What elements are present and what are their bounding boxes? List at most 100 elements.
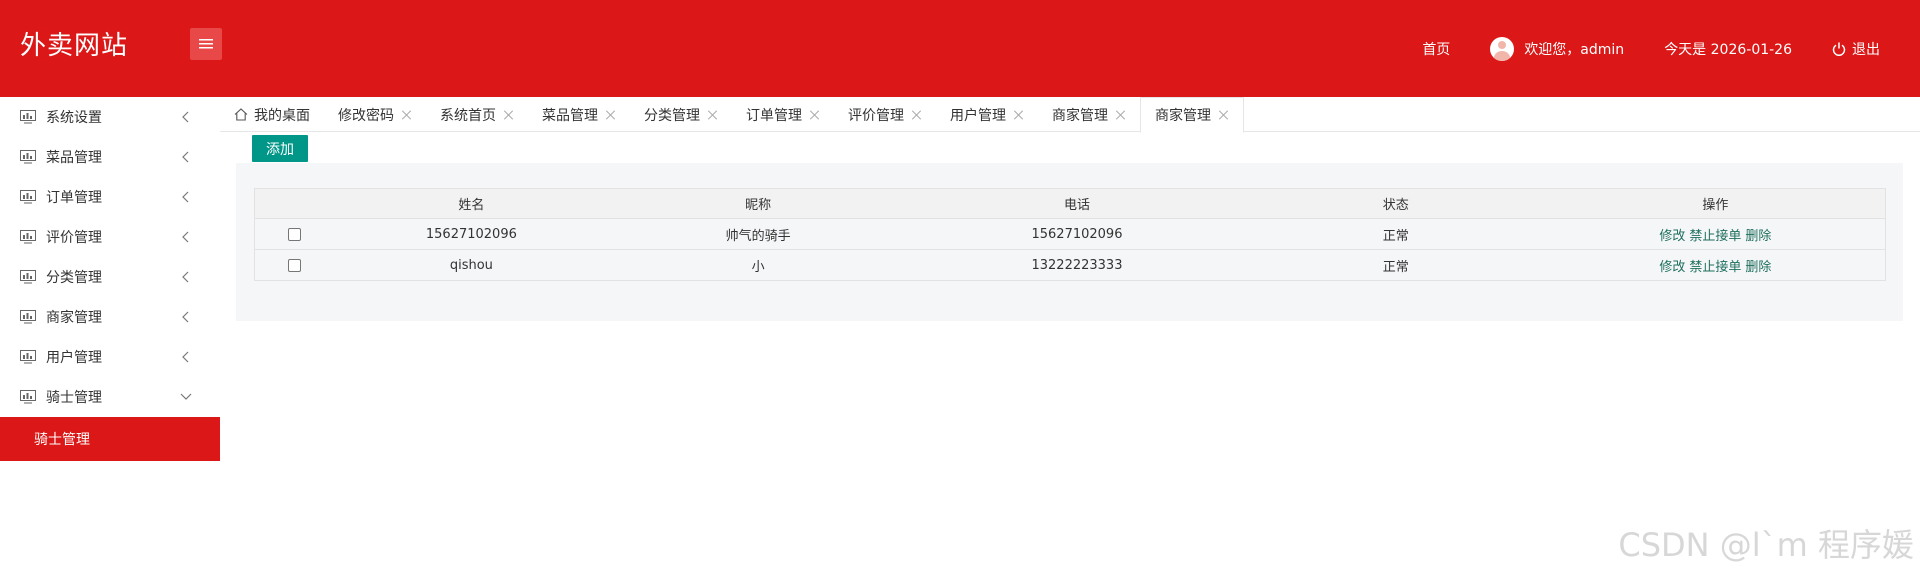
sidebar-item-label: 商家管理 [46, 310, 102, 326]
tab-label: 系统首页 [440, 107, 496, 124]
watermark: CSDN @l`m 程序媛 [1618, 526, 1914, 564]
tab-merchants-active[interactable]: 商家管理 [1140, 97, 1244, 133]
edit-link[interactable]: 修改 [1659, 229, 1685, 244]
sidebar-item-label: 骑士管理 [46, 390, 102, 406]
sidebar-item-dishes[interactable]: 菜品管理 [0, 137, 220, 177]
sidebar-item-system[interactable]: 系统设置 [0, 97, 220, 137]
sidebar-item-users[interactable]: 用户管理 [0, 337, 220, 377]
sidebar-item-label: 菜品管理 [46, 150, 102, 166]
tab-change-password[interactable]: 修改密码 [324, 97, 426, 132]
row-checkbox[interactable] [288, 258, 302, 272]
table-row: 15627102096 帅气的骑手 15627102096 正常 修改 禁止接单删… [254, 218, 1886, 250]
table-row: qishou 小 13222223333 正常 修改 禁止接单 删除 [254, 249, 1886, 281]
column-header: 状态 [1245, 188, 1546, 219]
sidebar-item-label: 系统设置 [46, 110, 102, 126]
tab-label: 我的桌面 [254, 107, 310, 124]
menu-toggle-button[interactable] [190, 28, 222, 60]
ban-orders-link[interactable]: 禁止接单 [1689, 260, 1741, 275]
tab-label: 商家管理 [1052, 107, 1108, 124]
tab-system-home[interactable]: 系统首页 [426, 97, 528, 132]
tab-label: 订单管理 [746, 107, 802, 124]
add-button[interactable]: 添加 [252, 135, 308, 162]
tab-reviews[interactable]: 评价管理 [834, 97, 936, 132]
column-header: 操作 [1545, 188, 1886, 219]
table-header-row: 姓名 昵称 电话 状态 操作 [254, 188, 1886, 219]
tab-merchants[interactable]: 商家管理 [1038, 97, 1140, 132]
delete-link[interactable]: 删除 [1745, 260, 1771, 275]
home-link[interactable]: 首页 [1422, 0, 1450, 97]
cell-nickname: 小 [608, 249, 909, 281]
cell-status: 正常 [1245, 218, 1546, 250]
chevron-left-icon [182, 191, 189, 203]
tab-label: 商家管理 [1155, 108, 1211, 124]
rider-table: 姓名 昵称 电话 状态 操作 15627102096 帅气的骑手 1562710… [254, 188, 1886, 281]
tab-bar: 我的桌面 修改密码 系统首页 菜品管理 分类管理 订单管理 评价管理 用户管理 … [220, 97, 1920, 133]
close-icon[interactable] [606, 110, 616, 120]
tab-label: 评价管理 [848, 107, 904, 124]
power-icon [1832, 42, 1846, 56]
tab-desktop[interactable]: 我的桌面 [220, 97, 324, 132]
home-icon [234, 108, 248, 121]
tab-label: 分类管理 [644, 107, 700, 124]
column-header: 姓名 [334, 188, 609, 219]
tab-label: 用户管理 [950, 107, 1006, 124]
row-checkbox[interactable] [288, 227, 302, 241]
chevron-left-icon [182, 151, 189, 163]
cell-actions: 修改 禁止接单 删除 [1545, 218, 1886, 250]
hamburger-icon [199, 39, 213, 49]
sidebar-item-label: 订单管理 [46, 190, 102, 206]
sidebar-item-merchants[interactable]: 商家管理 [0, 297, 220, 337]
tab-label: 修改密码 [338, 107, 394, 124]
sidebar-item-categories[interactable]: 分类管理 [0, 257, 220, 297]
chevron-left-icon [182, 111, 189, 123]
content-panel: 姓名 昵称 电话 状态 操作 15627102096 帅气的骑手 1562710… [236, 163, 1903, 321]
sidebar-subitem-rider-management[interactable]: 骑士管理 [0, 417, 220, 461]
tab-dishes[interactable]: 菜品管理 [528, 97, 630, 132]
chevron-down-icon [180, 393, 192, 400]
close-icon[interactable] [912, 110, 922, 120]
close-icon[interactable] [504, 110, 514, 120]
logout-label: 退出 [1852, 41, 1880, 58]
logout-button[interactable]: 退出 [1832, 0, 1880, 97]
cell-actions: 修改 禁止接单 删除 [1545, 249, 1886, 281]
chevron-left-icon [182, 311, 189, 323]
close-icon[interactable] [1014, 110, 1024, 120]
monitor-icon [20, 350, 36, 364]
sidebar-item-label: 用户管理 [46, 350, 102, 366]
sidebar-item-riders[interactable]: 骑士管理 [0, 377, 220, 417]
tab-label: 菜品管理 [542, 107, 598, 124]
close-icon[interactable] [402, 110, 412, 120]
sidebar: 系统设置 菜品管理 订单管理 评价管理 分类管理 商家管理 用户管理 骑士管理 … [0, 97, 220, 571]
monitor-icon [20, 230, 36, 244]
close-icon[interactable] [1116, 110, 1126, 120]
monitor-icon [20, 310, 36, 324]
avatar [1490, 36, 1515, 61]
edit-link[interactable]: 修改 [1659, 260, 1685, 275]
sidebar-item-orders[interactable]: 订单管理 [0, 177, 220, 217]
ban-orders-link[interactable]: 禁止接单 [1689, 229, 1741, 244]
date-display: 今天是 2026-01-26 [1664, 41, 1792, 58]
cell-status: 正常 [1245, 249, 1546, 281]
column-header [254, 188, 335, 219]
delete-link[interactable]: 删除 [1745, 229, 1771, 244]
tab-users[interactable]: 用户管理 [936, 97, 1038, 132]
cell-nickname: 帅气的骑手 [608, 218, 909, 250]
cell-phone: 15627102096 [908, 218, 1246, 250]
tab-orders[interactable]: 订单管理 [732, 97, 834, 132]
close-icon[interactable] [708, 110, 718, 120]
monitor-icon [20, 270, 36, 284]
close-icon[interactable] [810, 110, 820, 120]
site-logo: 外卖网站 [20, 31, 129, 61]
user-menu[interactable]: 欢迎您，admin [1490, 0, 1624, 97]
column-header: 昵称 [608, 188, 909, 219]
monitor-icon [20, 150, 36, 164]
cell-name: qishou [334, 249, 609, 281]
chevron-left-icon [182, 271, 189, 283]
monitor-icon [20, 110, 36, 124]
tab-categories[interactable]: 分类管理 [630, 97, 732, 132]
close-icon[interactable] [1219, 110, 1229, 120]
sidebar-item-label: 评价管理 [46, 230, 102, 246]
sidebar-item-reviews[interactable]: 评价管理 [0, 217, 220, 257]
cell-phone: 13222223333 [908, 249, 1246, 281]
welcome-text: 欢迎您，admin [1524, 41, 1625, 58]
